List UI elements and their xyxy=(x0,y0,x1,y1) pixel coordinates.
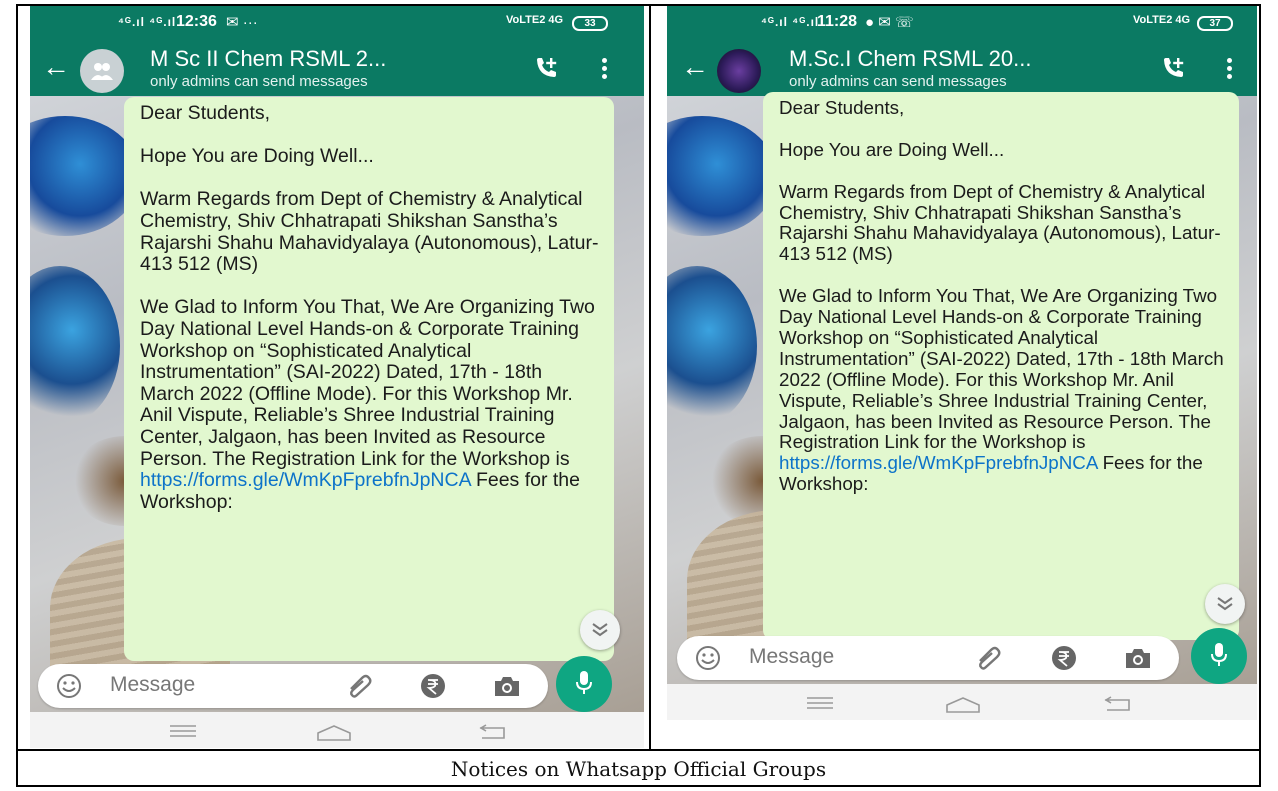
notification-icons: ✉ ··· xyxy=(226,14,258,31)
message-greeting: Dear Students, xyxy=(779,97,905,118)
message-body: We Glad to Inform You That, We Are Organ… xyxy=(140,297,600,513)
message-regards: Warm Regards from Dept of Chemistry & An… xyxy=(140,188,599,276)
whatsapp-screenshot-right: ⁴ᴳ.ıl ⁴ᴳ.ıl 11:28 ● ✉ ☏ VoLTE2 4G 37 ← M… xyxy=(667,6,1257,720)
chevron-down-icon xyxy=(1217,597,1233,611)
voice-record-button[interactable] xyxy=(1191,628,1247,684)
signal-indicator: ⁴ᴳ.ıl ⁴ᴳ.ıl xyxy=(118,15,177,29)
group-title[interactable]: M.Sc.I Chem RSML 20... xyxy=(789,46,1119,72)
chat-header: ← M Sc II Chem RSML 2... only admins can… xyxy=(30,40,644,96)
message-regards: Warm Regards from Dept of Chemistry & An… xyxy=(779,180,1221,265)
chat-header: ← M.Sc.I Chem RSML 20... only admins can… xyxy=(667,40,1257,96)
mic-icon xyxy=(1211,643,1227,666)
home-icon[interactable] xyxy=(314,724,354,742)
add-call-icon[interactable] xyxy=(534,56,560,80)
message-wellwish: Hope You are Doing Well... xyxy=(779,138,1005,160)
row-divider xyxy=(16,749,1261,751)
group-title[interactable]: M Sc II Chem RSML 2... xyxy=(150,46,480,72)
chevron-down-icon xyxy=(592,623,608,637)
message-wellwish: Hope You are Doing Well... xyxy=(140,145,374,168)
status-time: 11:28 xyxy=(817,13,858,30)
status-bar: ⁴ᴳ.ıl ⁴ᴳ.ıl 12:36 ✉ ··· VoLTE2 4G 33 xyxy=(30,6,644,40)
status-bar: ⁴ᴳ.ıl ⁴ᴳ.ıl 11:28 ● ✉ ☏ VoLTE2 4G 37 xyxy=(667,6,1257,40)
recents-icon[interactable] xyxy=(168,724,198,738)
battery-icon: 37 xyxy=(1197,16,1233,31)
status-time: 12:36 xyxy=(176,13,217,30)
message-bubble: Dear Students, Hope You are Doing Well..… xyxy=(124,97,614,661)
system-nav-bar xyxy=(30,712,644,748)
message-announcement: We Glad to Inform You That, We Are Organ… xyxy=(140,296,595,470)
more-options-icon[interactable] xyxy=(1227,58,1233,80)
column-divider xyxy=(649,4,651,750)
figure-caption: Notices on Whatsapp Official Groups xyxy=(450,757,827,781)
message-announcement: We Glad to Inform You That, We Are Organ… xyxy=(779,285,1224,453)
emoji-icon[interactable] xyxy=(695,645,721,671)
camera-icon[interactable] xyxy=(492,673,522,699)
message-input[interactable]: Message xyxy=(110,673,195,697)
registration-link[interactable]: https://forms.gle/WmKpFprebfnJpNCA xyxy=(779,452,1097,473)
rupee-icon[interactable] xyxy=(1051,645,1077,671)
back-arrow-icon[interactable]: ← xyxy=(681,52,709,82)
group-subtitle: only admins can send messages xyxy=(150,73,368,90)
scroll-down-button[interactable] xyxy=(580,610,620,650)
mic-icon xyxy=(576,671,592,694)
message-composer[interactable]: Message xyxy=(677,636,1179,680)
add-call-icon[interactable] xyxy=(1161,56,1187,80)
scroll-down-button[interactable] xyxy=(1205,584,1245,624)
back-nav-icon[interactable] xyxy=(478,724,508,740)
group-icon xyxy=(91,63,113,80)
rupee-icon[interactable] xyxy=(420,673,446,699)
back-arrow-icon[interactable]: ← xyxy=(42,52,70,82)
paperclip-icon[interactable] xyxy=(346,673,374,699)
recents-icon[interactable] xyxy=(805,696,835,710)
registration-link[interactable]: https://forms.gle/WmKpFprebfnJpNCA xyxy=(140,469,471,491)
group-subtitle: only admins can send messages xyxy=(789,73,1007,90)
system-nav-bar xyxy=(667,684,1257,720)
message-bubble: Dear Students, Hope You are Doing Well..… xyxy=(763,92,1239,640)
back-nav-icon[interactable] xyxy=(1103,696,1133,712)
notification-icons: ● ✉ ☏ xyxy=(865,14,914,31)
group-avatar[interactable] xyxy=(717,49,761,93)
network-indicator: VoLTE2 4G xyxy=(1133,14,1191,26)
battery-icon: 33 xyxy=(572,16,608,31)
message-body: We Glad to Inform You That, We Are Organ… xyxy=(779,285,1225,495)
home-icon[interactable] xyxy=(943,696,983,714)
emoji-icon[interactable] xyxy=(56,673,82,699)
more-options-icon[interactable] xyxy=(602,58,608,80)
whatsapp-screenshot-left: ⁴ᴳ.ıl ⁴ᴳ.ıl 12:36 ✉ ··· VoLTE2 4G 33 ← M… xyxy=(30,6,644,748)
signal-indicator: ⁴ᴳ.ıl ⁴ᴳ.ıl xyxy=(761,15,820,29)
message-composer[interactable]: Message xyxy=(38,664,548,708)
message-input[interactable]: Message xyxy=(749,645,834,669)
camera-icon[interactable] xyxy=(1123,645,1153,671)
group-avatar[interactable] xyxy=(80,49,124,93)
voice-record-button[interactable] xyxy=(556,656,612,712)
paperclip-icon[interactable] xyxy=(975,645,1003,671)
network-indicator: VoLTE2 4G xyxy=(506,14,564,26)
message-greeting: Dear Students, xyxy=(140,102,271,124)
